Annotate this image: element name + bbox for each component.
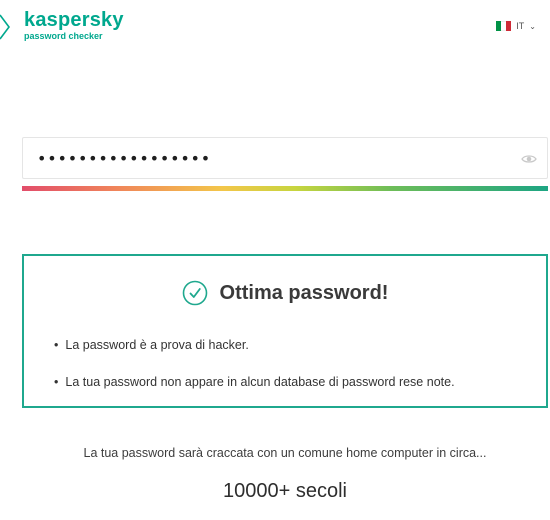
shield-logo-icon [0,14,10,40]
strength-meter [22,186,548,191]
result-title: Ottima password! [219,281,389,304]
result-panel: Ottima password! La password è a prova d… [22,254,548,408]
brand-subtitle: password checker [24,31,103,41]
brand-text: kaspersky password checker [24,10,124,42]
brand-logo[interactable]: kaspersky password checker [0,10,124,42]
result-list: La password è a prova di hacker. La tua … [54,338,455,412]
chevron-down-icon: ⌄ [529,21,536,31]
crack-time-intro: La tua password sarà craccata con un com… [83,446,487,460]
crack-time-value: 10000+ secoli [223,480,347,502]
list-item: La tua password non appare in alcun data… [54,375,454,389]
password-field[interactable] [22,137,548,179]
italy-flag-icon [496,21,512,31]
eye-icon[interactable] [521,151,537,167]
brand-name: kaspersky [24,9,124,31]
password-input[interactable] [37,149,497,168]
language-selector[interactable]: IT ⌄ [496,21,536,31]
language-code: IT [516,21,525,31]
check-circle-icon [182,280,207,306]
list-item: La password è a prova di hacker. [54,338,455,352]
result-header: Ottima password! [24,280,546,306]
